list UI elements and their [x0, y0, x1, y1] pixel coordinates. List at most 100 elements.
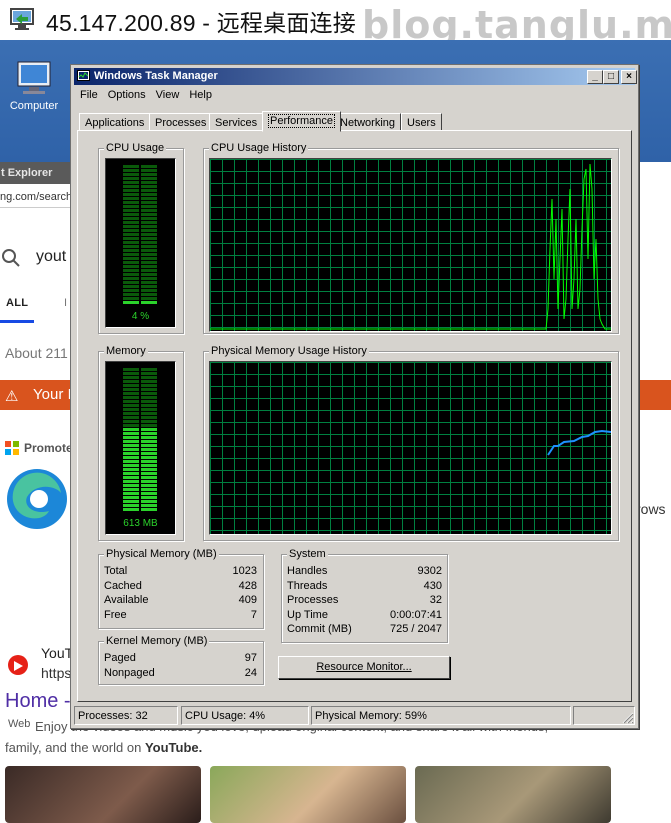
tab-performance[interactable]: Performance [262, 111, 341, 132]
meter-segment [141, 197, 157, 200]
meter-segment [141, 496, 157, 499]
resize-grip-icon[interactable] [622, 712, 634, 724]
meter-segment [123, 376, 139, 379]
search-icon [2, 249, 20, 267]
menu-view[interactable]: View [151, 87, 185, 103]
meter-segment [123, 508, 139, 511]
meter-segment [141, 233, 157, 236]
meter-segment [141, 225, 157, 228]
warning-text: Your I [33, 386, 72, 403]
meter-segment [141, 205, 157, 208]
meter-segment [123, 201, 139, 204]
promoted-label: Promote [24, 441, 73, 455]
meter-segment [141, 181, 157, 184]
video-thumbnail[interactable] [415, 766, 611, 823]
meter-segment [141, 488, 157, 491]
stat-row-paged: Paged 97 [104, 652, 257, 664]
meter-segment [141, 209, 157, 212]
memory-history-chart [210, 362, 611, 534]
tab-next[interactable]: I [64, 297, 67, 309]
meter-segment [141, 257, 157, 260]
meter-segment [141, 185, 157, 188]
meter-segment [123, 181, 139, 184]
resource-monitor-button[interactable]: Resource Monitor... [278, 656, 450, 679]
stat-row-nonpaged: Nonpaged 24 [104, 667, 257, 679]
browser-url-fragment[interactable]: ng.com/search [0, 186, 80, 208]
meter-segment [141, 285, 157, 288]
meter-segment [123, 169, 139, 172]
tab-networking[interactable]: Networking [334, 113, 402, 131]
tab-processes[interactable]: Processes [149, 113, 213, 131]
meter-segment [123, 281, 139, 284]
meter-segment [123, 388, 139, 391]
meter-segment [123, 197, 139, 200]
video-thumbnail[interactable] [5, 766, 201, 823]
meter-segment [141, 432, 157, 435]
close-button[interactable]: × [621, 70, 637, 84]
status-bar: Processes: 32 CPU Usage: 4% Physical Mem… [73, 706, 636, 726]
meter-segment [123, 460, 139, 463]
meter-segment [141, 241, 157, 244]
meter-segment [123, 165, 139, 168]
result-site-url[interactable]: https [41, 665, 71, 681]
menu-options[interactable]: Options [103, 87, 151, 103]
meter-segment [141, 484, 157, 487]
meter-segment [141, 472, 157, 475]
task-manager-window: Windows Task Manager _ □ × File Options Vi… [70, 64, 639, 729]
menu-help[interactable]: Help [184, 87, 217, 103]
meter-segment [141, 480, 157, 483]
meter-segment [123, 205, 139, 208]
meter-segment [141, 416, 157, 419]
maximize-button[interactable]: □ [603, 70, 619, 84]
cpu-usage-group: CPU Usage 4 % [98, 142, 184, 334]
meter-segment [123, 253, 139, 256]
computer-icon [17, 61, 51, 94]
meter-segment [141, 388, 157, 391]
meter-segment [123, 277, 139, 280]
meter-segment [141, 217, 157, 220]
meter-segment [141, 237, 157, 240]
tab-users[interactable]: Users [401, 113, 442, 131]
meter-segment [141, 424, 157, 427]
menu-file[interactable]: File [75, 87, 103, 103]
meter-segment [141, 456, 157, 459]
meter-segment [123, 213, 139, 216]
meter-segment [123, 233, 139, 236]
desktop-icon-computer[interactable]: Computer [4, 58, 64, 112]
window-title-bar[interactable]: Windows Task Manager _ □ × [74, 68, 637, 85]
result-site-name: YouT [41, 645, 74, 661]
kernel-memory-group: Kernel Memory (MB) Paged 97 Nonpaged 24 [98, 635, 264, 685]
meter-segment [141, 253, 157, 256]
memory-meter-bars [123, 368, 157, 511]
meter-segment [141, 293, 157, 296]
browser-search-box[interactable]: yout [0, 238, 80, 278]
tab-services[interactable]: Services [209, 113, 264, 131]
rdp-title-bar: 45.147.200.89 - 远程桌面连接 blog.tanglu.me [0, 0, 671, 47]
meter-segment [141, 400, 157, 403]
video-thumbnail[interactable] [210, 766, 406, 823]
youtube-icon [8, 655, 28, 675]
meter-segment [123, 440, 139, 443]
meter-segment [141, 213, 157, 216]
meter-segment [123, 436, 139, 439]
meter-segment [123, 241, 139, 244]
meter-segment [141, 504, 157, 507]
performance-panel: CPU Usage 4 % CPU Usage History Memory 6… [77, 130, 632, 702]
meter-segment [141, 249, 157, 252]
result-title-link[interactable]: Home - [5, 690, 71, 713]
meter-segment [141, 396, 157, 399]
meter-segment [123, 412, 139, 415]
meter-segment [123, 404, 139, 407]
meter-segment [141, 444, 157, 447]
meter-segment [141, 376, 157, 379]
tab-applications[interactable]: Applications [79, 113, 151, 131]
minimize-button[interactable]: _ [587, 70, 603, 84]
meter-segment [123, 384, 139, 387]
stat-row-total: Total 1023 [104, 565, 257, 577]
meter-segment [123, 424, 139, 427]
meter-segment [141, 464, 157, 467]
meter-segment [123, 269, 139, 272]
meter-segment [123, 400, 139, 403]
tab-all[interactable]: ALL [6, 297, 28, 309]
meter-segment [141, 277, 157, 280]
